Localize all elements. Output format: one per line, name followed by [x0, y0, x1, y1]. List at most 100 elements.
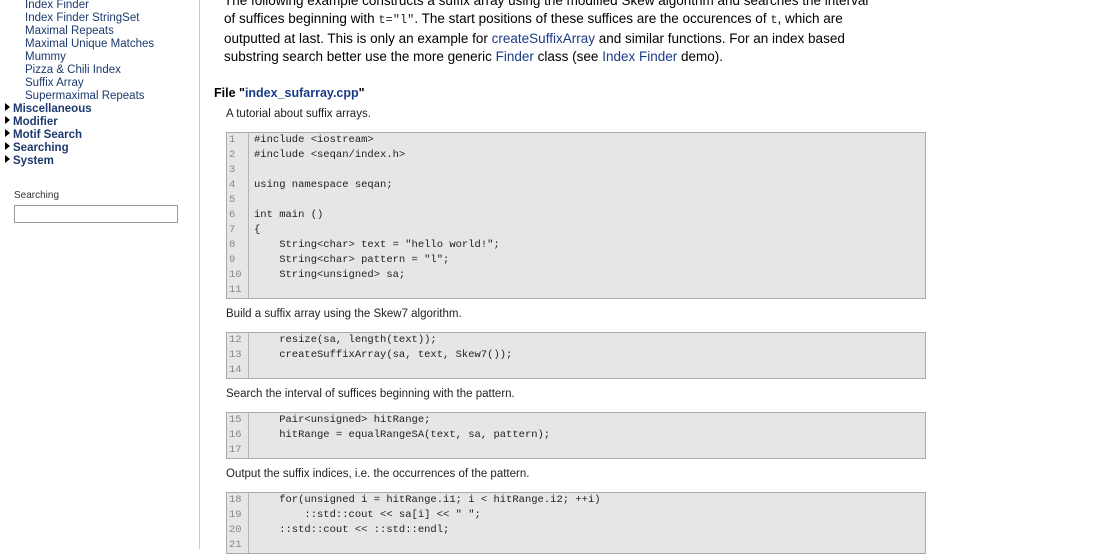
line-number: 1: [227, 133, 249, 148]
code-block: 18 for(unsigned i = hitRange.i1; i < hit…: [226, 492, 926, 554]
inline-code: t="l": [378, 13, 415, 27]
code-text: String<char> text = "hello world!";: [254, 239, 500, 251]
section-description: A tutorial about suffix arrays.: [226, 108, 371, 120]
code-text: resize(sa, length(text));: [254, 334, 437, 346]
category-label: Searching: [13, 142, 69, 154]
code-line: 13 createSuffixArray(sa, text, Skew7());: [227, 348, 925, 363]
category-label: Modifier: [13, 116, 58, 128]
section-description: Output the suffix indices, i.e. the occu…: [226, 468, 530, 480]
code-line: 1 #include <iostream>: [227, 133, 925, 148]
code-line: 12 resize(sa, length(text));: [227, 333, 925, 348]
section-description: Search the interval of suffices beginnin…: [226, 388, 515, 400]
code-line: 2 #include <seqan/index.h>: [227, 148, 925, 163]
code-text: Pair<unsigned> hitRange;: [254, 414, 431, 426]
code-line: 5: [227, 193, 925, 208]
category-searching[interactable]: Searching: [5, 142, 69, 155]
code-block: 12 resize(sa, length(text)); 13 createSuf…: [226, 332, 926, 379]
line-number: 12: [227, 333, 249, 348]
code-line: 3: [227, 163, 925, 178]
file-name: index_sufarray.cpp: [244, 86, 359, 100]
link-finder[interactable]: Finder: [496, 49, 534, 64]
line-number: 19: [227, 508, 249, 523]
sidebar: Index Finder Index Finder StringSet Maxi…: [0, 0, 200, 549]
code-line: 8 String<char> text = "hello world!";: [227, 238, 925, 253]
line-number: 21: [227, 538, 249, 553]
code-line: 10 String<unsigned> sa;: [227, 268, 925, 283]
expand-triangle-icon: [5, 129, 10, 137]
line-number: 10: [227, 268, 249, 283]
search-input[interactable]: [14, 205, 178, 223]
category-label: Miscellaneous: [13, 103, 92, 115]
file-heading: File "index_sufarray.cpp": [214, 86, 365, 100]
code-line: 21: [227, 538, 925, 553]
line-number: 7: [227, 223, 249, 238]
sidebar-item-supermaximal-repeats[interactable]: Supermaximal Repeats: [25, 90, 145, 103]
code-line: 19 ::std::cout << sa[i] << " ";: [227, 508, 925, 523]
code-text: ::std::cout << ::std::endl;: [254, 524, 450, 536]
code-line: 17: [227, 443, 925, 458]
code-text: for(unsigned i = hitRange.i1; i < hitRan…: [254, 494, 601, 506]
line-number: 8: [227, 238, 249, 253]
line-number: 16: [227, 428, 249, 443]
code-line: 11: [227, 283, 925, 298]
category-miscellaneous[interactable]: Miscellaneous: [5, 103, 92, 116]
sidebar-item-maximal-unique-matches[interactable]: Maximal Unique Matches: [25, 38, 154, 51]
line-number: 5: [227, 193, 249, 208]
code-text: ::std::cout << sa[i] << " ";: [254, 509, 481, 521]
code-line: 14: [227, 363, 925, 378]
link-create-suffix-array[interactable]: createSuffixArray: [492, 31, 595, 46]
line-number: 13: [227, 348, 249, 363]
expand-triangle-icon: [5, 103, 10, 111]
inline-code: t: [770, 13, 778, 27]
line-number: 15: [227, 413, 249, 428]
expand-triangle-icon: [5, 116, 10, 124]
code-text: using namespace seqan;: [254, 179, 393, 191]
code-text: String<unsigned> sa;: [254, 269, 406, 281]
code-line: 16 hitRange = equalRangeSA(text, sa, pat…: [227, 428, 925, 443]
category-modifier[interactable]: Modifier: [5, 116, 58, 129]
line-number: 20: [227, 523, 249, 538]
code-block: 15 Pair<unsigned> hitRange; 16 hitRange =…: [226, 412, 926, 459]
sidebar-item-suffix-array[interactable]: Suffix Array: [25, 77, 84, 90]
line-number: 11: [227, 283, 249, 298]
code-line: 15 Pair<unsigned> hitRange;: [227, 413, 925, 428]
code-line: 7{: [227, 223, 925, 238]
section-description: Build a suffix array using the Skew7 alg…: [226, 308, 462, 320]
code-text: int main (): [254, 209, 324, 221]
intro-line-3: outputted at last. This is only an examp…: [224, 31, 845, 46]
category-motif-search[interactable]: Motif Search: [5, 129, 82, 142]
sidebar-item-mummy[interactable]: Mummy: [25, 51, 66, 64]
code-text: #include <seqan/index.h>: [254, 149, 406, 161]
sidebar-item-index-finder-stringset[interactable]: Index Finder StringSet: [25, 12, 139, 25]
code-text: {: [254, 224, 261, 236]
category-label: System: [13, 155, 54, 167]
code-line: 18 for(unsigned i = hitRange.i1; i < hit…: [227, 493, 925, 508]
code-text: #include <iostream>: [254, 134, 374, 146]
code-line: 6 int main (): [227, 208, 925, 223]
code-line: 20 ::std::cout << ::std::endl;: [227, 523, 925, 538]
code-line: 9 String<char> pattern = "l";: [227, 253, 925, 268]
code-text: createSuffixArray(sa, text, Skew7());: [254, 349, 513, 361]
code-text: hitRange = equalRangeSA(text, sa, patter…: [254, 429, 551, 441]
line-number: 9: [227, 253, 249, 268]
line-number: 6: [227, 208, 249, 223]
sidebar-item-index-finder[interactable]: Index Finder: [25, 0, 89, 12]
search-label: Searching: [14, 190, 60, 201]
line-number: 2: [227, 148, 249, 163]
category-system[interactable]: System: [5, 155, 54, 168]
link-index-finder[interactable]: Index Finder: [602, 49, 677, 64]
line-number: 17: [227, 443, 249, 458]
main-content: The following example constructs a suffi…: [200, 0, 1101, 554]
line-number: 4: [227, 178, 249, 193]
line-number: 14: [227, 363, 249, 378]
intro-line-2: of suffices beginning with t="l". The st…: [224, 11, 843, 27]
expand-triangle-icon: [5, 155, 10, 163]
expand-triangle-icon: [5, 142, 10, 150]
intro-line-4: substring search better use the more gen…: [224, 49, 724, 64]
sidebar-item-pizza-chili-index[interactable]: Pizza & Chili Index: [25, 64, 121, 77]
code-block: 1 #include <iostream> 2 #include <seqan/ind…: [226, 132, 926, 299]
code-line: 4 using namespace seqan;: [227, 178, 925, 193]
line-number: 3: [227, 163, 249, 178]
sidebar-item-maximal-repeats[interactable]: Maximal Repeats: [25, 25, 114, 38]
line-number: 18: [227, 493, 249, 508]
